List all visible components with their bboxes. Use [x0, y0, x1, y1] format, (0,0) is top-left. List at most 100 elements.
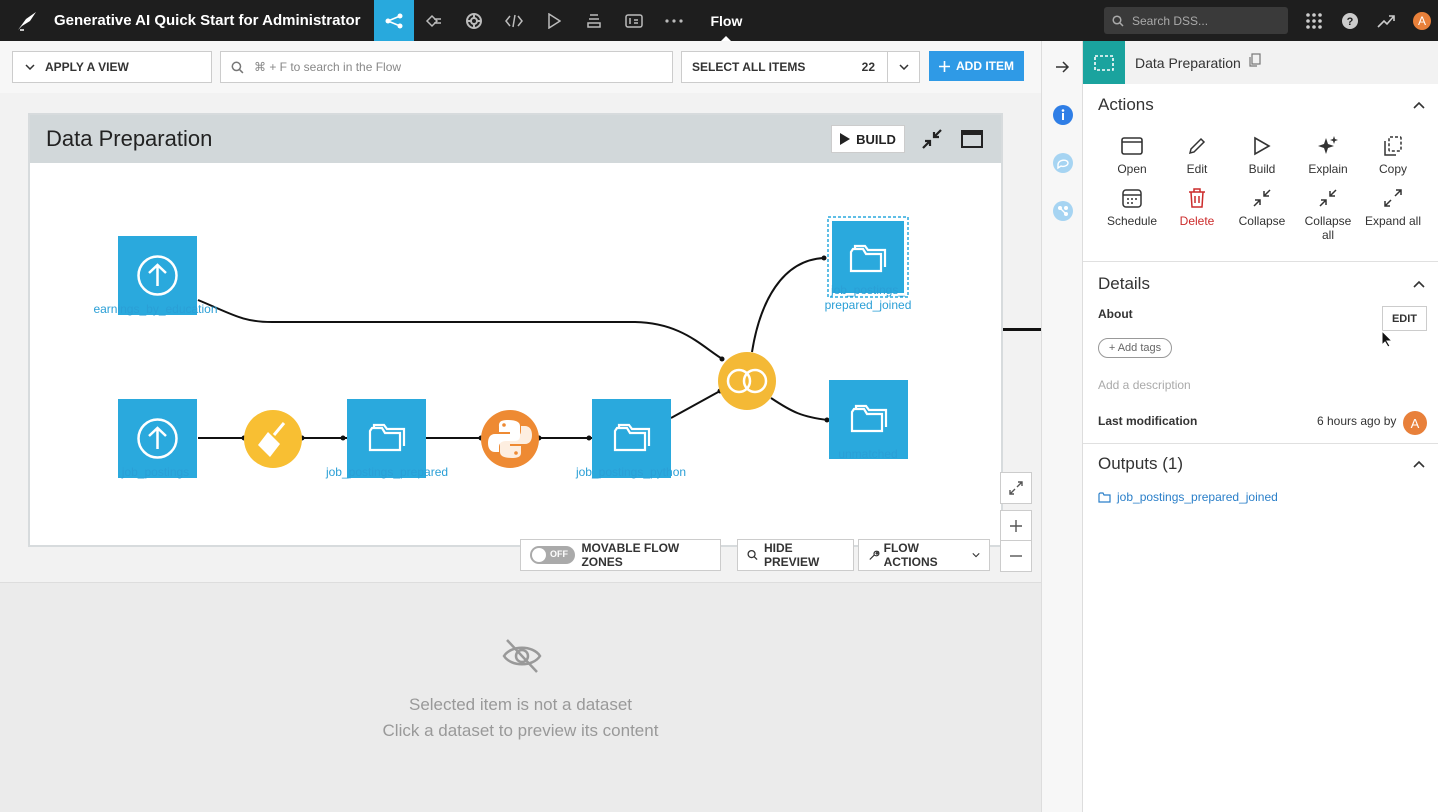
lineage-icon[interactable]: [1051, 199, 1075, 223]
run-icon[interactable]: [534, 0, 574, 41]
apply-view-dropdown[interactable]: APPLY A VIEW: [12, 51, 212, 83]
action-open[interactable]: Open: [1101, 134, 1163, 176]
output-dataset-link[interactable]: job_postings_prepared_joined: [1098, 490, 1278, 504]
action-open-label: Open: [1117, 162, 1147, 176]
actions-section-title[interactable]: Actions: [1098, 95, 1154, 115]
preview-message-line1: Selected item is not a dataset: [408, 695, 633, 714]
dataset-label-unmatched[interactable]: unmatched: [798, 447, 938, 462]
chevron-up-icon[interactable]: [1412, 98, 1426, 112]
action-build[interactable]: Build: [1231, 134, 1293, 176]
wrench-icon: [869, 550, 880, 560]
flow-canvas[interactable]: Data Preparation BUILD earnings_by_educa…: [0, 93, 1041, 582]
expand-arrows-icon: [1009, 481, 1023, 495]
user-avatar[interactable]: A: [1407, 0, 1437, 41]
build-icon: [1231, 134, 1293, 158]
add-description-field[interactable]: Add a description: [1098, 378, 1191, 392]
add-item-label: ADD ITEM: [956, 59, 1014, 73]
discussions-icon[interactable]: [1051, 151, 1075, 175]
add-tags-button[interactable]: + Add tags: [1098, 338, 1172, 358]
action-copy-label: Copy: [1378, 162, 1407, 176]
action-schedule[interactable]: Schedule: [1101, 186, 1163, 228]
chevron-up-icon[interactable]: [1412, 457, 1426, 471]
dataiku-logo-icon[interactable]: [0, 0, 54, 41]
stack-icon[interactable]: [574, 0, 614, 41]
hide-preview-button[interactable]: HIDE PREVIEW: [737, 539, 854, 571]
zoom-out-button[interactable]: [1000, 540, 1032, 572]
apps-grid-icon[interactable]: [1299, 0, 1329, 41]
toggle-state-label: OFF: [550, 549, 568, 559]
code-icon[interactable]: [494, 0, 534, 41]
more-icon[interactable]: [654, 0, 694, 41]
plus-icon: [1010, 520, 1022, 532]
copy-icon: [1362, 134, 1424, 158]
fit-to-screen-button[interactable]: [1000, 472, 1032, 504]
toggle-knob: [532, 548, 546, 562]
dataset-label-prepared[interactable]: job_postings_prepared: [312, 465, 462, 480]
search-icon: [231, 61, 244, 73]
flow-toolbar: APPLY A VIEW ⌘ + F to search in the Flow…: [0, 41, 1041, 93]
action-collapse[interactable]: Collapse: [1231, 186, 1293, 228]
action-delete[interactable]: Delete: [1166, 186, 1228, 228]
python-recipe-node[interactable]: [481, 410, 539, 468]
details-section-title[interactable]: Details: [1098, 274, 1150, 294]
right-icon-strip: [1041, 41, 1083, 812]
add-item-button[interactable]: ADD ITEM: [929, 51, 1024, 81]
global-search-input[interactable]: Search DSS...: [1104, 7, 1288, 34]
flow-graph: [118, 216, 909, 478]
select-all-items-button[interactable]: SELECT ALL ITEMS 22: [681, 51, 920, 83]
outputs-section-title[interactable]: Outputs (1): [1098, 454, 1183, 474]
dataset-label-joined-line2[interactable]: prepared_joined: [798, 298, 938, 313]
info-icon[interactable]: [1051, 103, 1075, 127]
flow-actions-dropdown[interactable]: FLOW ACTIONS: [858, 539, 990, 571]
modifier-avatar[interactable]: A: [1403, 411, 1427, 435]
divider: [1083, 443, 1438, 444]
movable-flow-zones-toggle[interactable]: OFF MOVABLE FLOW ZONES: [520, 539, 721, 571]
project-title[interactable]: Generative AI Quick Start for Administra…: [54, 12, 360, 29]
flow-icon[interactable]: [374, 0, 415, 41]
collapse-icon: [1231, 186, 1293, 210]
zoom-in-button[interactable]: [1000, 510, 1032, 542]
action-explain-label: Explain: [1308, 162, 1348, 176]
action-edit[interactable]: Edit: [1166, 134, 1228, 176]
preview-message-line2: Click a dataset to preview its content: [382, 721, 659, 740]
flow-search-input[interactable]: ⌘ + F to search in the Flow: [220, 51, 673, 83]
panel-title: Data Preparation: [1135, 54, 1241, 71]
dashboard-icon[interactable]: [614, 0, 654, 41]
join-recipe-node[interactable]: [718, 352, 776, 410]
svg-text:?: ?: [1347, 16, 1354, 28]
last-modification-label: Last modification: [1098, 414, 1198, 428]
movable-zones-label: MOVABLE FLOW ZONES: [581, 541, 680, 569]
apply-view-label: APPLY A VIEW: [45, 60, 129, 74]
help-icon[interactable]: ?: [1335, 0, 1365, 41]
tab-flow[interactable]: Flow: [710, 0, 742, 41]
action-collapse-all[interactable]: Collapse all: [1297, 186, 1359, 242]
edit-about-button[interactable]: EDIT: [1382, 306, 1427, 331]
eye-off-icon: [501, 635, 543, 682]
flow-zone-icon: [1083, 41, 1125, 84]
item-count: 22: [861, 60, 875, 74]
action-explain[interactable]: Explain: [1297, 134, 1359, 176]
dataset-label-python[interactable]: job_postings_python: [556, 465, 706, 480]
lab-icon[interactable]: [414, 0, 454, 41]
chevron-up-icon[interactable]: [1412, 277, 1426, 291]
output-dataset-name: job_postings_prepared_joined: [1117, 490, 1278, 504]
action-expand-all[interactable]: Expand all: [1362, 186, 1424, 228]
chevron-down-icon: [25, 64, 35, 70]
dataset-label-job-postings[interactable]: job_postings: [88, 465, 223, 480]
flow-zone-data-preparation[interactable]: Data Preparation BUILD earnings_by_educa…: [28, 113, 1003, 547]
dataset-label-joined-line1[interactable]: job_postings_: [798, 283, 938, 298]
delete-icon: [1166, 186, 1228, 210]
collapse-panel-arrow-icon[interactable]: [1051, 55, 1075, 79]
right-details-panel: Data Preparation Actions Open Edit Build…: [1083, 41, 1438, 812]
open-icon: [1101, 134, 1163, 158]
select-dropdown-toggle[interactable]: [887, 52, 919, 82]
recipes-icon[interactable]: [454, 0, 494, 41]
trending-icon[interactable]: [1371, 0, 1401, 41]
plus-icon: [939, 60, 950, 72]
toggle-switch[interactable]: OFF: [530, 546, 576, 564]
mouse-cursor-icon: [1381, 329, 1394, 353]
dataset-label-earnings[interactable]: earnings_by_education: [88, 302, 223, 317]
copy-name-icon[interactable]: [1249, 53, 1261, 72]
action-copy[interactable]: Copy: [1362, 134, 1424, 176]
prepare-recipe-node[interactable]: [244, 410, 302, 468]
